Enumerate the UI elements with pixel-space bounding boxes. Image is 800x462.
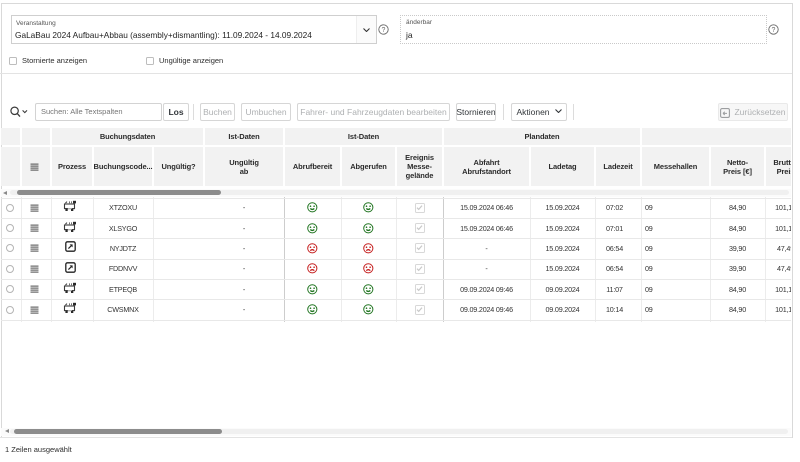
- svg-text:?: ?: [382, 27, 386, 34]
- svg-text:?: ?: [772, 27, 776, 34]
